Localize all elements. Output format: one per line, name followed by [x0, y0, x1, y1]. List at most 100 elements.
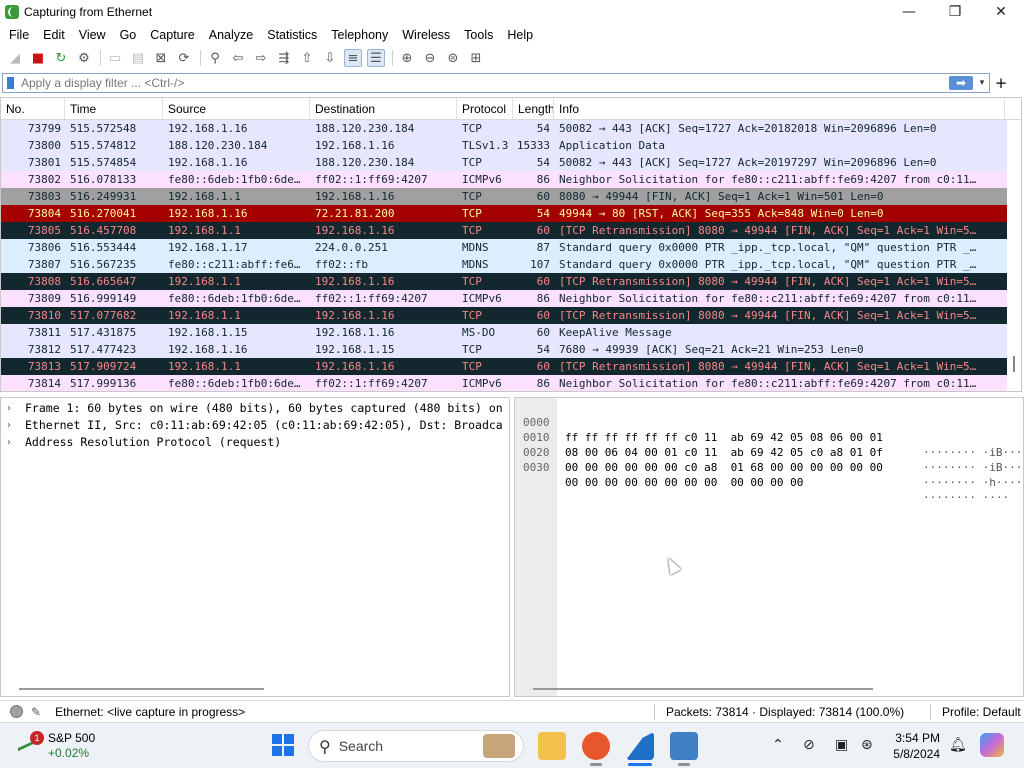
copilot-icon[interactable]	[980, 733, 1004, 757]
packet-row[interactable]: 73805 516.457708 192.168.1.1 192.168.1.16 TC…	[1, 222, 1021, 239]
filter-bookmark-icon[interactable]	[3, 74, 17, 92]
menu-tools[interactable]: Tools	[457, 24, 500, 46]
display-filter-input[interactable]	[17, 76, 949, 90]
packet-row[interactable]: 73809 516.999149 fe80::6deb:1fb0:6de… ff02:…	[1, 290, 1021, 307]
stop-capture-icon[interactable]: ■	[29, 49, 47, 67]
chevron-right-icon[interactable]: ›	[7, 400, 25, 417]
packet-row[interactable]: 73804 516.270041 192.168.1.16 72.21.81.200 T…	[1, 205, 1021, 222]
resize-columns-icon[interactable]: ⊞	[467, 49, 485, 67]
firefox-icon[interactable]	[582, 732, 610, 760]
filter-history-chevron-down-icon[interactable]: ▾	[975, 78, 989, 88]
bytes-horizontal-scrollbar[interactable]	[533, 688, 873, 690]
byte-hex[interactable]: ff ff ff ff ff ff c0 11 ab 69 42 05 08 0…	[565, 430, 925, 445]
packet-row[interactable]: 73799 515.572548 192.168.1.16 188.120.230.1…	[1, 120, 1021, 137]
connection-icon[interactable]: ⊛	[861, 737, 873, 753]
menu-view[interactable]: View	[72, 24, 113, 46]
byte-row[interactable]: 0020 00 00 00 00 00 00 c0 a8 01 68 00 00…	[515, 430, 1023, 489]
save-file-icon[interactable]: ▤	[129, 49, 147, 67]
add-filter-button-plus-icon[interactable]: +	[994, 74, 1008, 92]
go-forward-icon[interactable]: ⇨	[252, 49, 270, 67]
app-window-icon[interactable]	[670, 732, 698, 760]
byte-hex[interactable]: 08 00 06 04 00 01 c0 11 ab 69 42 05 c0 a…	[565, 445, 925, 460]
chevron-right-icon[interactable]: ›	[7, 417, 25, 434]
maximize-button[interactable]: ❐	[932, 0, 978, 24]
byte-ascii[interactable]: ········ ·iB·····	[923, 460, 1023, 475]
packet-row[interactable]: 73811 517.431875 192.168.1.15 192.168.1.16 M…	[1, 324, 1021, 341]
colorize-icon[interactable]: ☰	[367, 49, 385, 67]
byte-ascii[interactable]: ········ ·iB·····	[923, 445, 1023, 460]
zoom-in-icon[interactable]: ⊕	[398, 49, 416, 67]
scrollbar-thumb[interactable]	[1013, 356, 1015, 372]
packet-row[interactable]: 73800 515.574812 188.120.230.184 192.168.1.…	[1, 137, 1021, 154]
menu-edit[interactable]: Edit	[36, 24, 72, 46]
reload-file-icon[interactable]: ⟳	[175, 49, 193, 67]
menu-file[interactable]: File	[2, 24, 36, 46]
menu-wireless[interactable]: Wireless	[395, 24, 457, 46]
minimize-button[interactable]: —	[886, 0, 932, 24]
byte-row[interactable]: 0010 08 00 06 04 00 01 c0 11 ab 69 42 05…	[515, 415, 1023, 474]
tree-item-arp[interactable]: › Address Resolution Protocol (request)	[1, 434, 509, 451]
packet-row[interactable]: 73803 516.249931 192.168.1.1 192.168.1.16 TC…	[1, 188, 1021, 205]
column-header-destination[interactable]: Destination	[310, 98, 457, 119]
packet-bytes-pane[interactable]: 0000 ff ff ff ff ff ff c0 11 ab 69 42 05…	[514, 397, 1024, 697]
expert-info-led-icon[interactable]	[10, 705, 23, 718]
chevron-up-icon[interactable]: ⌃	[772, 737, 784, 753]
menu-analyze[interactable]: Analyze	[202, 24, 260, 46]
column-header-time[interactable]: Time	[65, 98, 163, 119]
go-last-packet-icon[interactable]: ⇩	[321, 49, 339, 67]
menu-go[interactable]: Go	[113, 24, 144, 46]
packet-row[interactable]: 73806 516.553444 192.168.1.17 224.0.0.251 MD…	[1, 239, 1021, 256]
bell-icon[interactable]: 🔔︎	[949, 737, 967, 753]
stock-widget[interactable]: 1 S&P 500 +0.02%	[18, 731, 95, 761]
packet-row[interactable]: 73813 517.909724 192.168.1.1 192.168.1.16 TC…	[1, 358, 1021, 375]
packet-list-scrollbar[interactable]	[1007, 120, 1021, 391]
packet-row[interactable]: 73801 515.574854 192.168.1.16 188.120.230.1…	[1, 154, 1021, 171]
packet-row[interactable]: 73814 517.999136 fe80::6deb:1fb0:6de… ff02:…	[1, 375, 1021, 391]
close-button[interactable]: ✕	[978, 0, 1024, 24]
capture-comment-edit-icon[interactable]: ✎	[31, 705, 41, 719]
zoom-normal-icon[interactable]: ⊜	[444, 49, 462, 67]
byte-ascii[interactable]: ········ ····	[923, 490, 1023, 505]
wireshark-taskbar-icon[interactable]	[626, 732, 654, 760]
byte-row[interactable]: 0000 ff ff ff ff ff ff c0 11 ab 69 42 05…	[515, 400, 1023, 459]
packet-row[interactable]: 73808 516.665647 192.168.1.1 192.168.1.16 TC…	[1, 273, 1021, 290]
open-file-icon[interactable]: ▭	[106, 49, 124, 67]
byte-ascii[interactable]: ········ ·h······	[923, 475, 1023, 490]
byte-row[interactable]: 0030 00 00 00 00 00 00 00 00 00 00 00 00…	[515, 445, 1009, 504]
column-header-info[interactable]: Info	[554, 98, 1005, 119]
menu-statistics[interactable]: Statistics	[260, 24, 324, 46]
go-first-packet-icon[interactable]: ⇧	[298, 49, 316, 67]
start-capture-fin-icon[interactable]: ◢	[6, 49, 24, 67]
packet-row[interactable]: 73802 516.078133 fe80::6deb:1fb0:6de… ff02:…	[1, 171, 1021, 188]
capture-options-icon[interactable]: ⚙	[75, 49, 93, 67]
taskbar-search-box[interactable]: ⚲ Search	[308, 730, 524, 762]
auto-scroll-icon[interactable]: ≡	[344, 49, 362, 67]
tree-item-ethernet[interactable]: › Ethernet II, Src: c0:11:ab:69:42:05 (c…	[1, 417, 509, 434]
byte-hex[interactable]: 00 00 00 00 00 00 00 00 00 00 00 00	[565, 475, 925, 490]
menu-capture[interactable]: Capture	[143, 24, 201, 46]
column-header-source[interactable]: Source	[163, 98, 310, 119]
go-to-packet-icon[interactable]: ⇶	[275, 49, 293, 67]
details-horizontal-scrollbar[interactable]	[19, 688, 264, 690]
byte-hex[interactable]: 00 00 00 00 00 00 c0 a8 01 68 00 00 00 0…	[565, 460, 925, 475]
chevron-right-icon[interactable]: ›	[7, 434, 25, 451]
close-file-icon[interactable]: ⊠	[152, 49, 170, 67]
network-off-icon[interactable]: ⊘	[803, 737, 815, 753]
column-header-protocol[interactable]: Protocol	[457, 98, 513, 119]
packet-row[interactable]: 73807 516.567235 fe80::c211:abff:fe6… ff02:…	[1, 256, 1021, 273]
apply-filter-arrow-icon[interactable]: ➡	[949, 76, 973, 90]
status-profile[interactable]: Profile: Default	[942, 701, 1021, 723]
zoom-out-icon[interactable]: ⊖	[421, 49, 439, 67]
file-explorer-icon[interactable]	[538, 732, 566, 760]
menu-help[interactable]: Help	[500, 24, 540, 46]
display-icon[interactable]: ▣	[835, 737, 848, 753]
find-packet-icon[interactable]: ⚲	[206, 49, 224, 67]
column-header-no[interactable]: No.	[1, 98, 65, 119]
packet-list[interactable]: No. Time Source Destination Protocol Len…	[0, 97, 1022, 392]
go-back-icon[interactable]: ⇦	[229, 49, 247, 67]
restart-capture-icon[interactable]: ↻	[52, 49, 70, 67]
tree-item-frame[interactable]: › Frame 1: 60 bytes on wire (480 bits), …	[1, 400, 509, 417]
column-header-length[interactable]: Length	[513, 98, 554, 119]
windows-start-icon[interactable]	[272, 734, 294, 756]
packet-details-pane[interactable]: › Frame 1: 60 bytes on wire (480 bits), …	[0, 397, 510, 697]
